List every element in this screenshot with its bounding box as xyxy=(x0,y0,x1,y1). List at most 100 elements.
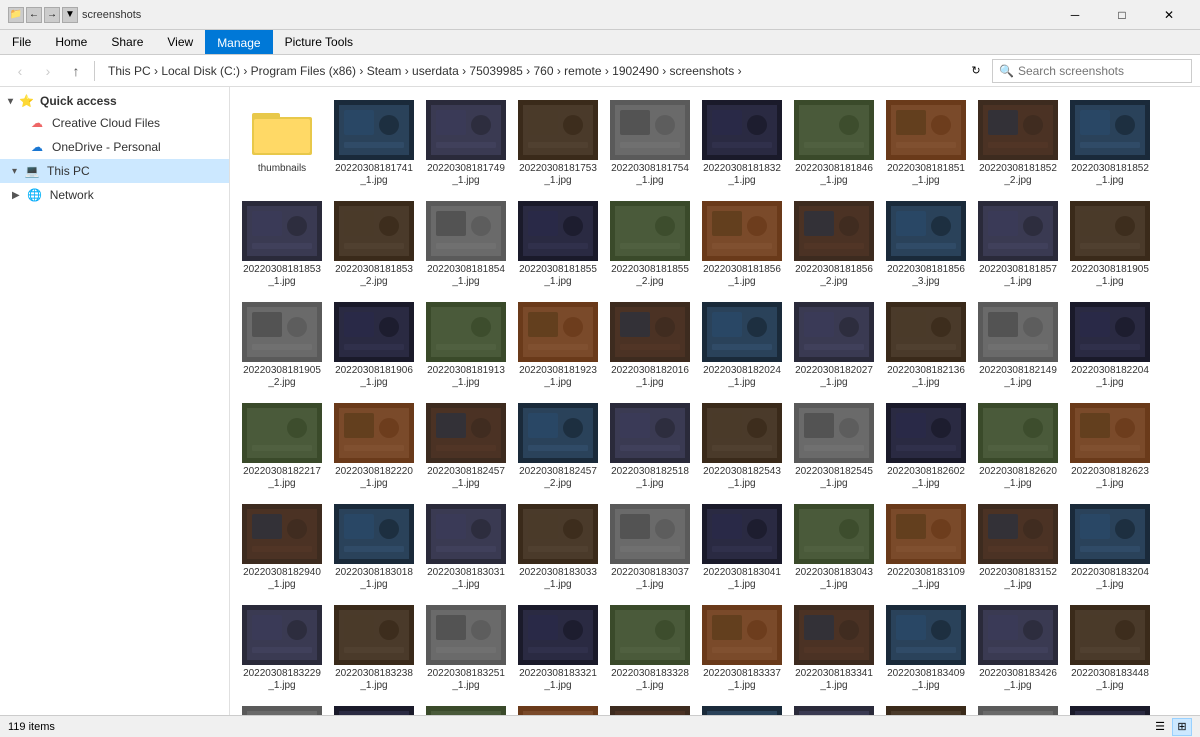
list-item[interactable]: 20220308182457_1.jpg xyxy=(422,398,510,495)
list-item[interactable]: 20220308181851_1.jpg xyxy=(882,95,970,192)
list-item[interactable]: 20220308181852_2.jpg xyxy=(974,95,1062,192)
tab-picture-tools[interactable]: Picture Tools xyxy=(273,30,365,54)
list-item[interactable]: 20220308181853_1.jpg xyxy=(238,196,326,293)
list-item[interactable]: 20220308181753_1.jpg xyxy=(514,95,602,192)
list-item[interactable]: 20220308181853_2.jpg xyxy=(330,196,418,293)
list-item[interactable]: 20220308182149_1.jpg xyxy=(974,297,1062,394)
list-item[interactable]: 20220308182016_1.jpg xyxy=(606,297,694,394)
list-item[interactable]: 20220308182027_1.jpg xyxy=(790,297,878,394)
tab-share[interactable]: Share xyxy=(99,30,155,54)
list-item[interactable]: 20220308182543_1.jpg xyxy=(698,398,786,495)
list-item[interactable]: 20220308182136_1.jpg xyxy=(882,297,970,394)
file-name-label: 20220308182545_1.jpg xyxy=(795,466,873,490)
list-item[interactable]: 20220308181905_2.jpg xyxy=(238,297,326,394)
list-item[interactable]: 20220308183449_1.jpg xyxy=(238,701,326,715)
list-item[interactable]: 20220308182940_1.jpg xyxy=(238,499,326,596)
list-item[interactable]: 20220308181855_1.jpg xyxy=(514,196,602,293)
maximize-button[interactable]: □ xyxy=(1099,0,1145,30)
sidebar-item-this-pc[interactable]: ▾ 💻 This PC xyxy=(0,159,229,183)
list-item[interactable]: 20220308182217_1.jpg xyxy=(238,398,326,495)
list-item[interactable]: 20220308183553_1.jpg xyxy=(1066,701,1154,715)
list-item[interactable]: 20220308181923_1.jpg xyxy=(514,297,602,394)
list-item[interactable]: 20220308181856_3.jpg xyxy=(882,196,970,293)
file-thumbnail xyxy=(1070,302,1150,362)
file-thumbnail xyxy=(334,605,414,665)
sidebar-item-onedrive[interactable]: ☁ OneDrive - Personal xyxy=(0,135,229,159)
minimize-button[interactable]: ─ xyxy=(1052,0,1098,30)
list-item[interactable]: 20220308183033_1.jpg xyxy=(514,499,602,596)
list-item[interactable]: 20220308183507_1.jpg xyxy=(422,701,510,715)
list-item[interactable]: 20220308181854_1.jpg xyxy=(422,196,510,293)
sidebar-item-network[interactable]: ▶ 🌐 Network xyxy=(0,183,229,207)
list-item[interactable]: 20220308183528_1.jpg xyxy=(698,701,786,715)
list-item[interactable]: 20220308182204_1.jpg xyxy=(1066,297,1154,394)
list-item[interactable]: 20220308183251_1.jpg xyxy=(422,600,510,697)
list-item[interactable]: 20220308183041_1.jpg xyxy=(698,499,786,596)
list-item[interactable]: 20220308183043_1.jpg xyxy=(790,499,878,596)
list-item[interactable]: 20220308181749_1.jpg xyxy=(422,95,510,192)
list-item[interactable]: 20220308181832_1.jpg xyxy=(698,95,786,192)
list-item[interactable]: 20220308183409_1.jpg xyxy=(882,600,970,697)
list-item[interactable]: 20220308183152_1.jpg xyxy=(974,499,1062,596)
list-item[interactable]: 20220308181856_1.jpg xyxy=(698,196,786,293)
refresh-button[interactable]: ↻ xyxy=(964,59,988,83)
up-button[interactable]: ↑ xyxy=(64,59,88,83)
list-item[interactable]: 20220308183238_1.jpg xyxy=(330,600,418,697)
list-item[interactable]: 20220308183031_1.jpg xyxy=(422,499,510,596)
back-button[interactable]: ‹ xyxy=(8,59,32,83)
close-button[interactable]: ✕ xyxy=(1146,0,1192,30)
list-item[interactable]: 20220308182457_2.jpg xyxy=(514,398,602,495)
file-name-label: 20220308181854_1.jpg xyxy=(427,264,505,288)
list-item[interactable]: 20220308181906_1.jpg xyxy=(330,297,418,394)
list-item[interactable]: 20220308181852_1.jpg xyxy=(1066,95,1154,192)
list-item[interactable]: 20220308183109_1.jpg xyxy=(882,499,970,596)
forward-button[interactable]: › xyxy=(36,59,60,83)
list-item[interactable]: thumbnails xyxy=(238,95,326,192)
list-item[interactable]: 20220308181913_1.jpg xyxy=(422,297,510,394)
back-arrow-icon[interactable]: ← xyxy=(26,7,42,23)
list-item[interactable]: 20220308183018_1.jpg xyxy=(330,499,418,596)
list-item[interactable]: 20220308182545_1.jpg xyxy=(790,398,878,495)
search-input[interactable] xyxy=(1018,64,1185,78)
list-item[interactable]: 20220308183448_1.jpg xyxy=(1066,600,1154,697)
list-item[interactable]: 20220308181856_2.jpg xyxy=(790,196,878,293)
list-item[interactable]: 20220308181905_1.jpg xyxy=(1066,196,1154,293)
list-item[interactable]: 20220308183204_1.jpg xyxy=(1066,499,1154,596)
list-item[interactable]: 20220308183539_1.jpg xyxy=(974,701,1062,715)
list-item[interactable]: 20220308183530_1.jpg xyxy=(790,701,878,715)
list-item[interactable]: 20220308183341_1.jpg xyxy=(790,600,878,697)
list-item[interactable]: 20220308182220_1.jpg xyxy=(330,398,418,495)
list-item[interactable]: 20220308183229_1.jpg xyxy=(238,600,326,697)
list-item[interactable]: 20220308183519_1.jpg xyxy=(606,701,694,715)
list-item[interactable]: 20220308183452_1.jpg xyxy=(330,701,418,715)
list-item[interactable]: 20220308182623_1.jpg xyxy=(1066,398,1154,495)
list-item[interactable]: 20220308181754_1.jpg xyxy=(606,95,694,192)
list-item[interactable]: 20220308182024_1.jpg xyxy=(698,297,786,394)
breadcrumb[interactable]: This PC › Local Disk (C:) › Program File… xyxy=(101,59,960,83)
down-arrow-icon[interactable]: ▼ xyxy=(62,7,78,23)
sidebar-item-quick-access[interactable]: ▾ ⭐ Quick access xyxy=(0,91,229,111)
list-item[interactable]: 20220308181846_1.jpg xyxy=(790,95,878,192)
tab-view[interactable]: View xyxy=(155,30,205,54)
list-item[interactable]: 20220308181857_1.jpg xyxy=(974,196,1062,293)
quick-access-icon[interactable]: 📁 xyxy=(8,7,24,23)
list-item[interactable]: 20220308183337_1.jpg xyxy=(698,600,786,697)
list-item[interactable]: 20220308183328_1.jpg xyxy=(606,600,694,697)
list-item[interactable]: 20220308183321_1.jpg xyxy=(514,600,602,697)
list-item[interactable]: 20220308183426_1.jpg xyxy=(974,600,1062,697)
sidebar-item-creative-cloud[interactable]: ☁ Creative Cloud Files xyxy=(0,111,229,135)
tab-manage[interactable]: Manage xyxy=(205,30,272,54)
list-item[interactable]: 20220308182620_1.jpg xyxy=(974,398,1062,495)
list-item[interactable]: 20220308183037_1.jpg xyxy=(606,499,694,596)
list-item[interactable]: 20220308183531_1.jpg xyxy=(882,701,970,715)
list-view-button[interactable]: ☰ xyxy=(1150,718,1170,736)
list-item[interactable]: 20220308182602_1.jpg xyxy=(882,398,970,495)
list-item[interactable]: 20220308182518_1.jpg xyxy=(606,398,694,495)
grid-view-button[interactable]: ⊞ xyxy=(1172,718,1192,736)
forward-arrow-icon[interactable]: → xyxy=(44,7,60,23)
tab-file[interactable]: File xyxy=(0,30,43,54)
list-item[interactable]: 20220308181741_1.jpg xyxy=(330,95,418,192)
list-item[interactable]: 20220308181855_2.jpg xyxy=(606,196,694,293)
tab-home[interactable]: Home xyxy=(43,30,99,54)
list-item[interactable]: 20220308183511_1.jpg xyxy=(514,701,602,715)
